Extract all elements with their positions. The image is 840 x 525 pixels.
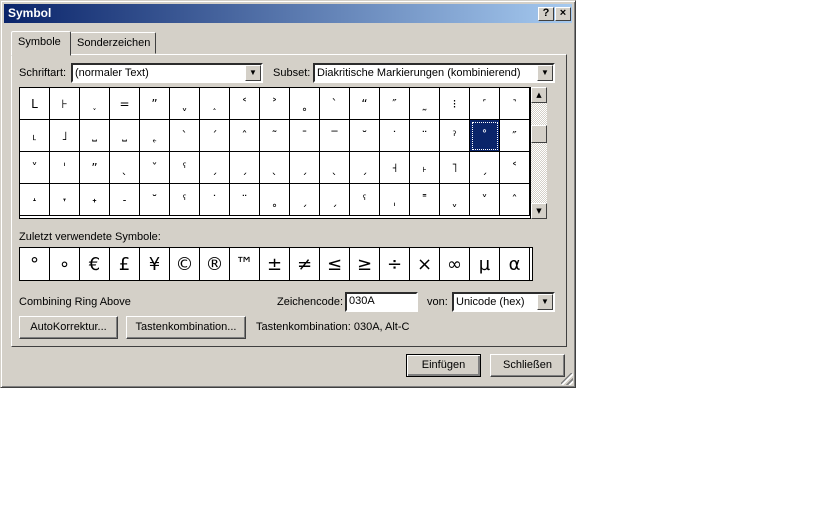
- tab-panel: [11, 54, 567, 347]
- tab-symbole[interactable]: Symbole: [11, 31, 71, 56]
- symbol-dialog: Symbol ? × Symbole Sonderzeichen Schrift…: [0, 0, 576, 388]
- title-bar[interactable]: Symbol ? ×: [4, 4, 572, 23]
- resize-grip[interactable]: [561, 373, 573, 385]
- window-title: Symbol: [8, 6, 52, 20]
- schliessen-button[interactable]: Schließen: [490, 354, 565, 377]
- close-button[interactable]: ×: [555, 7, 571, 21]
- help-button[interactable]: ?: [538, 7, 554, 21]
- tab-sonderzeichen[interactable]: Sonderzeichen: [70, 32, 156, 54]
- einfuegen-button[interactable]: Einfügen: [406, 354, 481, 377]
